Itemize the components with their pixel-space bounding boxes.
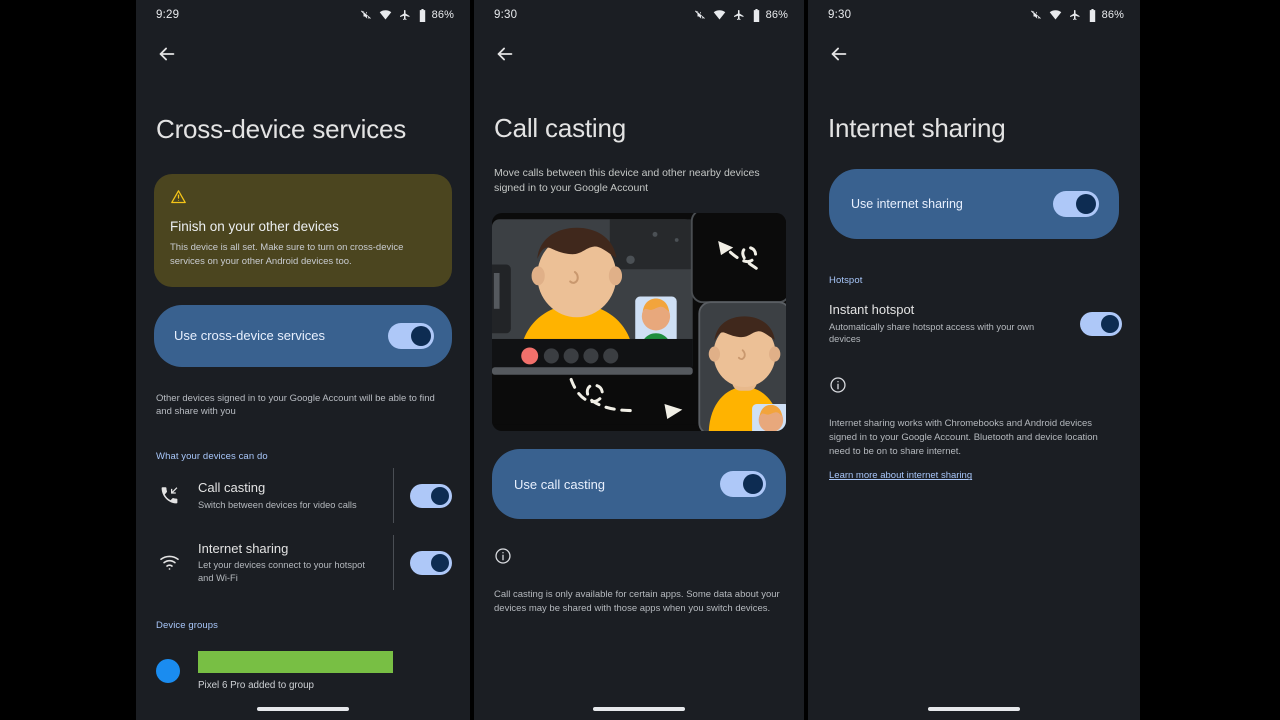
pref-text-internet-sharing: Internet sharing Let your devices connec…	[198, 541, 393, 584]
switch-knob	[743, 474, 763, 494]
mute-icon	[1030, 9, 1042, 21]
instant-hotspot-switch[interactable]	[1080, 311, 1122, 336]
pref-row-internet-sharing[interactable]: Internet sharing Let your devices connec…	[136, 529, 470, 596]
info-icon	[494, 548, 512, 569]
phone-callback-icon	[156, 485, 182, 506]
battery-percentage: 86%	[431, 9, 454, 21]
warning-body: This device is all set. Make sure to tur…	[170, 242, 404, 267]
device-group-caption: Pixel 6 Pro added to group	[198, 680, 315, 692]
screenshot-stage: 9:29 86% Cross-device services Finish on…	[0, 0, 1280, 720]
row-divider	[393, 468, 394, 524]
use-internet-sharing-card[interactable]: Use internet sharing	[829, 169, 1119, 240]
use-internet-sharing-switch[interactable]	[1053, 191, 1099, 218]
battery-icon	[752, 8, 761, 22]
cross-device-note: Other devices signed in to your Google A…	[156, 392, 435, 418]
pref-text-call-casting: Call casting Switch between devices for …	[198, 480, 393, 511]
section-header-hotspot: Hotspot	[829, 275, 863, 287]
info-icon-container	[474, 547, 804, 570]
pref-text-instant-hotspot: Instant hotspot Automatically share hots…	[829, 302, 1080, 345]
section-header-device-groups: Device groups	[156, 620, 219, 632]
airplane-mode-icon	[733, 9, 745, 21]
use-internet-sharing-label: Use internet sharing	[851, 197, 963, 212]
pref-title: Instant hotspot	[829, 302, 915, 318]
finish-setup-warning-card[interactable]: Finish on your other devices This device…	[154, 174, 452, 287]
battery-icon	[1088, 8, 1097, 22]
warning-triangle-icon	[170, 188, 436, 210]
gesture-navigation-bar[interactable]	[136, 707, 470, 711]
switch-knob	[1101, 314, 1119, 333]
use-call-casting-label: Use call casting	[514, 476, 606, 492]
phone-screen-internet-sharing: 9:30 86% Internet sharing Use internet s…	[808, 0, 1140, 720]
gesture-navigation-bar[interactable]	[808, 707, 1140, 711]
redaction-bar	[198, 651, 393, 674]
switch-knob	[431, 553, 449, 572]
status-bar-icons: 86%	[1030, 8, 1124, 22]
airplane-mode-icon	[1069, 9, 1081, 21]
back-arrow-icon[interactable]	[492, 41, 518, 67]
pref-subtitle: Let your devices connect to your hotspot…	[198, 560, 365, 583]
status-bar-icons: 86%	[694, 8, 788, 22]
status-bar-clock: 9:29	[156, 9, 180, 21]
switch-knob	[411, 325, 431, 346]
top-app-bar	[808, 30, 1140, 78]
info-icon-container	[808, 376, 1140, 399]
back-arrow-icon[interactable]	[826, 41, 852, 67]
back-arrow-icon[interactable]	[154, 41, 180, 67]
call-casting-switch[interactable]	[410, 483, 452, 508]
avatar	[156, 659, 180, 684]
phone-screen-cross-device-services: 9:29 86% Cross-device services Finish on…	[136, 0, 470, 720]
pref-row-instant-hotspot[interactable]: Instant hotspot Automatically share hots…	[808, 302, 1140, 345]
status-bar-icons: 86%	[360, 8, 454, 22]
battery-icon	[418, 8, 427, 22]
battery-percentage: 86%	[765, 9, 788, 21]
section-header-what-devices-can-do: What your devices can do	[156, 451, 268, 463]
pref-row-call-casting[interactable]: Call casting Switch between devices for …	[136, 462, 470, 529]
warning-title: Finish on your other devices	[170, 219, 339, 235]
use-cross-device-services-card[interactable]: Use cross-device services	[154, 304, 452, 367]
wifi-icon	[156, 554, 182, 571]
wifi-icon	[379, 9, 392, 21]
use-call-casting-switch[interactable]	[720, 471, 766, 497]
top-app-bar	[474, 30, 804, 78]
learn-more-link[interactable]: Learn more about internet sharing	[808, 470, 993, 481]
gesture-navigation-bar[interactable]	[474, 707, 804, 711]
mute-icon	[694, 9, 706, 21]
internet-sharing-info-text: Internet sharing works with Chromebooks …	[829, 417, 1098, 457]
phone-screen-call-casting: 9:30 86% Call casting Move calls between…	[474, 0, 804, 720]
switch-knob	[1076, 194, 1096, 215]
battery-percentage: 86%	[1101, 9, 1124, 21]
status-bar: 9:30 86%	[474, 0, 804, 30]
page-title: Call casting	[494, 113, 626, 143]
pref-title: Internet sharing	[198, 541, 289, 557]
status-bar-clock: 9:30	[828, 9, 852, 21]
use-cross-device-services-switch[interactable]	[388, 322, 434, 349]
call-casting-info-text: Call casting is only available for certa…	[494, 589, 780, 614]
use-call-casting-card[interactable]: Use call casting	[492, 449, 786, 519]
internet-sharing-switch[interactable]	[410, 550, 452, 575]
device-group-item[interactable]: Pixel 6 Pro added to group	[136, 651, 470, 691]
use-cross-device-services-label: Use cross-device services	[174, 328, 325, 344]
wifi-icon	[1049, 9, 1062, 21]
status-bar: 9:30 86%	[808, 0, 1140, 30]
row-divider	[393, 535, 394, 591]
call-casting-illustration	[492, 213, 786, 431]
switch-knob	[431, 486, 449, 505]
info-icon	[829, 376, 847, 398]
status-bar: 9:29 86%	[136, 0, 470, 30]
mute-icon	[360, 9, 372, 21]
page-title: Cross-device services	[156, 114, 407, 144]
airplane-mode-icon	[399, 9, 411, 21]
page-subtitle: Move calls between this device and other…	[494, 167, 760, 195]
status-bar-clock: 9:30	[494, 9, 518, 21]
pref-title: Call casting	[198, 480, 266, 496]
top-app-bar	[136, 30, 470, 78]
device-group-details: Pixel 6 Pro added to group	[198, 651, 393, 691]
page-title: Internet sharing	[828, 113, 1006, 143]
pref-subtitle: Switch between devices for video calls	[198, 499, 357, 510]
pref-subtitle: Automatically share hotspot access with …	[829, 321, 1035, 345]
wifi-icon	[713, 9, 726, 21]
